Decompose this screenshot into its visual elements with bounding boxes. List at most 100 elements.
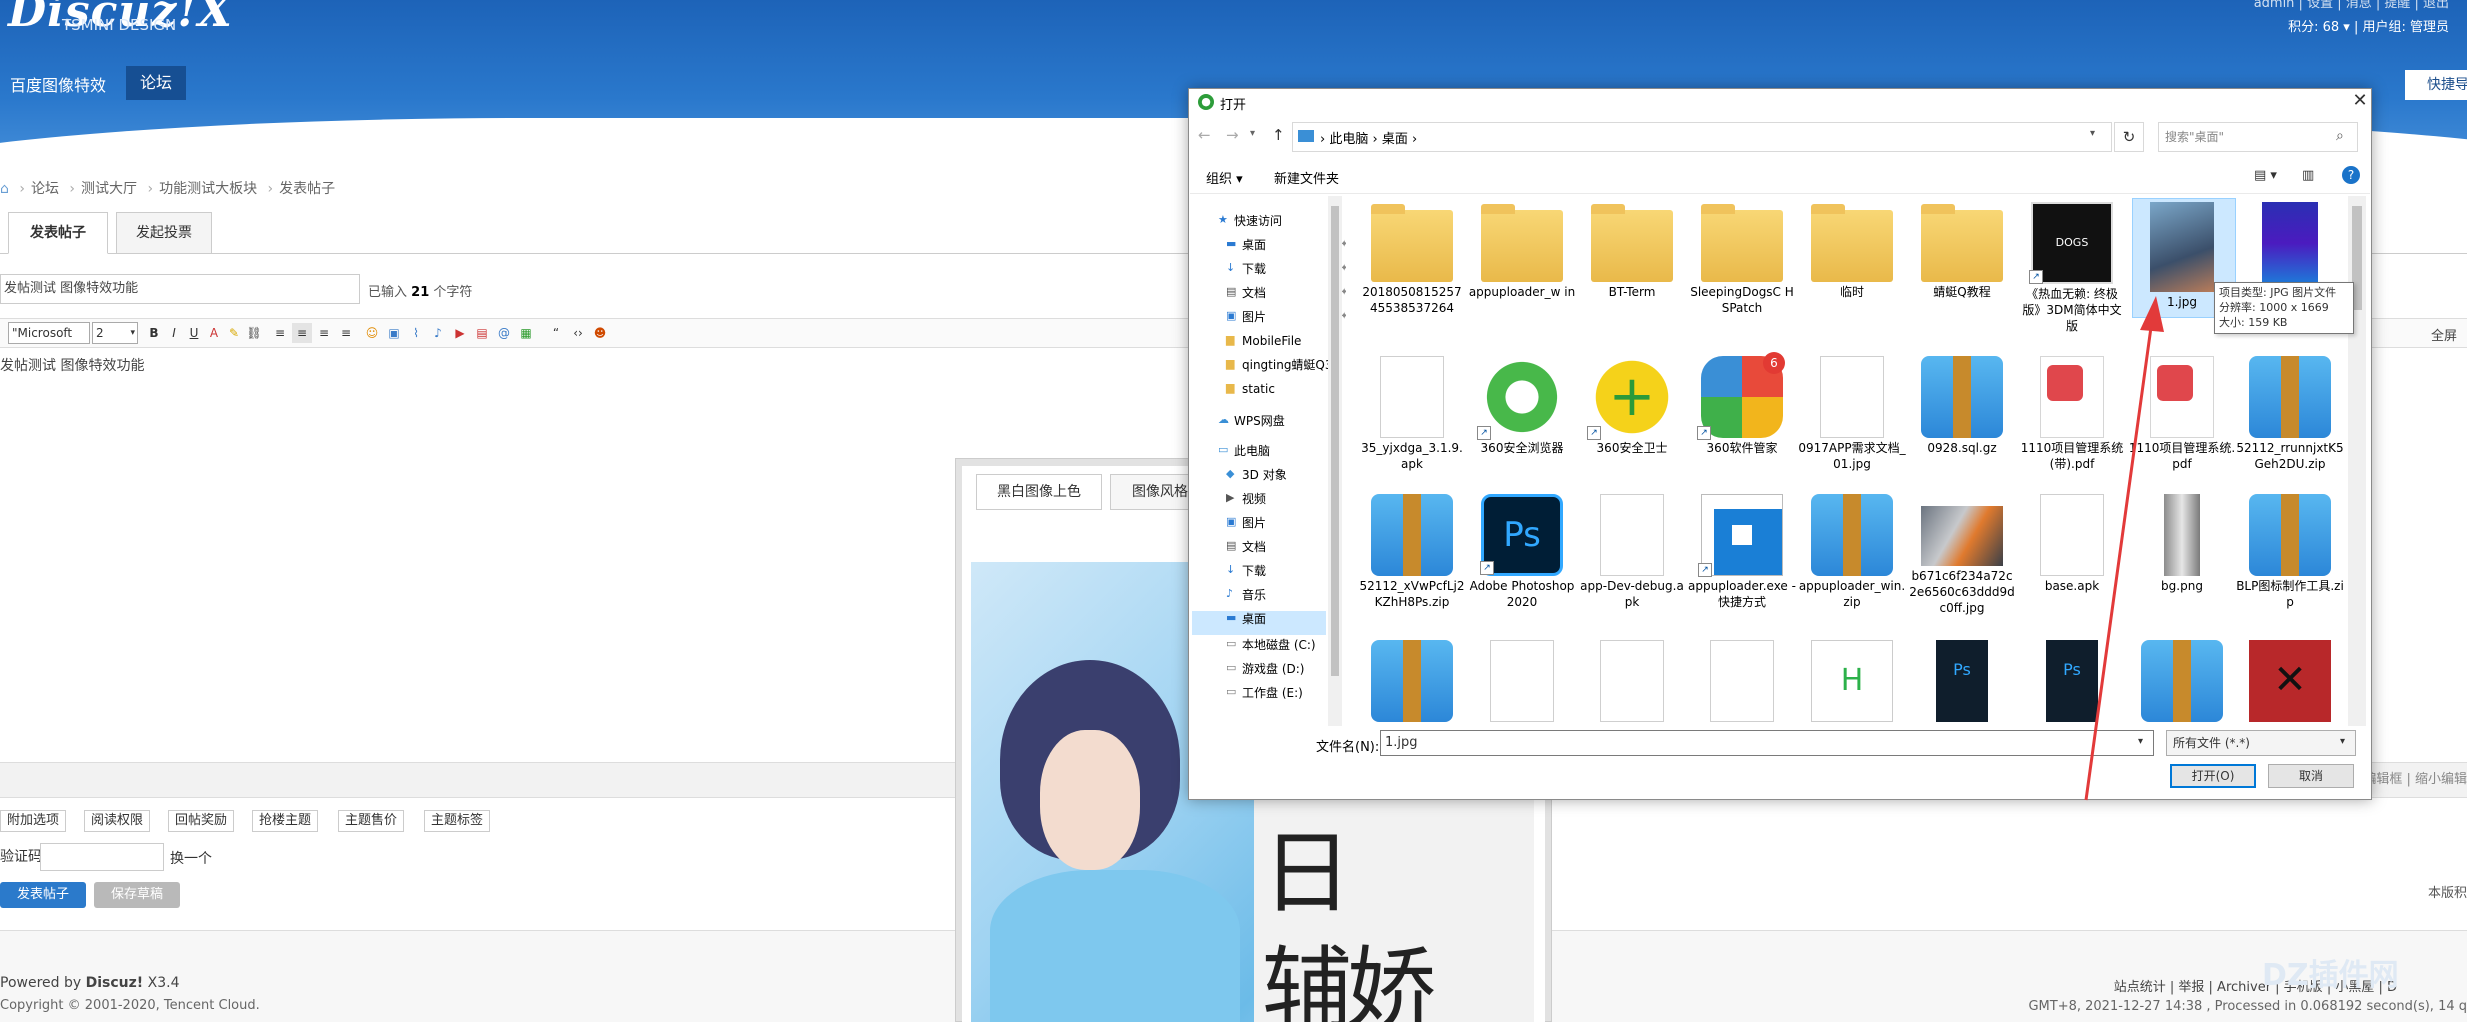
editor-resize-links[interactable]: 编辑框 | 缩小编辑 (2363, 768, 2467, 787)
view-options-icon[interactable]: ▤ ▾ (2254, 168, 2277, 183)
file-item[interactable] (1578, 636, 1686, 724)
file-item[interactable]: b671c6f234a72c2e6560c63ddd9dc0ff.jpg (1908, 490, 2016, 616)
captcha-change-link[interactable]: 换一个 (170, 848, 212, 868)
align-center-icon[interactable]: ≡ (292, 323, 312, 343)
file-item[interactable]: ✕ (2236, 636, 2344, 724)
file-item[interactable] (2236, 198, 2344, 286)
nav-item[interactable]: ▤ 文档 (1226, 536, 1266, 558)
help-icon[interactable]: ? (2342, 166, 2360, 184)
home-icon[interactable]: ⌂ (0, 181, 9, 197)
nav-item[interactable]: ↓ 下载 ✦ (1226, 258, 1348, 280)
nav-item[interactable]: ▆ MobileFile (1226, 330, 1301, 352)
open-button[interactable]: 打开(O) (2170, 764, 2256, 788)
file-item[interactable] (1688, 636, 1796, 724)
nav-item[interactable]: ♪ 音乐 (1226, 584, 1266, 606)
powered-brand[interactable]: Discuz! (86, 975, 144, 991)
nav-item[interactable]: ▶ 视频 (1226, 488, 1266, 510)
refresh-icon[interactable]: ↻ (2114, 122, 2144, 152)
smiley-icon[interactable]: ☺ (362, 323, 382, 343)
option-read-permission[interactable]: 阅读权限 (84, 810, 151, 832)
option-tags[interactable]: 主题标签 (424, 810, 491, 832)
chevron-down-icon[interactable]: ▾ (2138, 736, 2143, 747)
file-item[interactable]: appuploader_win.zip (1798, 490, 1906, 610)
file-item[interactable]: 1110项目管理系统.pdf (2128, 352, 2236, 472)
file-item[interactable]: bg.png (2128, 490, 2236, 594)
image-effect-icon[interactable]: ▦ (516, 323, 536, 343)
at-icon[interactable]: @ (494, 323, 514, 343)
quote-icon[interactable]: “ (546, 323, 566, 343)
subject-input[interactable]: 发帖测试 图像特效功能 (0, 274, 360, 304)
tab-post-thread[interactable]: 发表帖子 (8, 212, 108, 254)
file-item[interactable]: SleepingDogsC HSPatch (1688, 198, 1796, 316)
nav-item[interactable]: ▆ static (1226, 378, 1275, 400)
option-price[interactable]: 主题售价 (338, 810, 405, 832)
file-item[interactable]: 35_yjxdga_3.1.9.apk (1358, 352, 1466, 472)
nav-item[interactable]: ▬ 桌面 (1226, 608, 1266, 630)
file-item[interactable]: 蜻蜓Q教程 (1908, 198, 2016, 300)
file-item[interactable]: 2018050815257 45538537264 (1358, 198, 1466, 316)
font-size-select[interactable]: 2 ▾ (92, 322, 138, 344)
save-draft-button[interactable]: 保存草稿 (94, 882, 180, 908)
captcha-input[interactable] (40, 843, 164, 871)
file-item[interactable]: ↗ appuploader.exe - 快捷方式 (1688, 490, 1796, 610)
back-arrow-icon[interactable]: ← (1198, 126, 1211, 144)
music-icon[interactable]: ♪ (428, 323, 448, 343)
image-icon[interactable]: ▣ (384, 323, 404, 343)
nav-item-forum[interactable]: 论坛 (126, 66, 186, 100)
quick-nav-button[interactable]: 快捷导 (2405, 70, 2467, 100)
file-item[interactable]: 0917APP需求文档_01.jpg (1798, 352, 1906, 472)
file-type-select[interactable]: 所有文件 (*.*) (2166, 730, 2356, 756)
nav-item[interactable]: ▭ 游戏盘 (D:) (1226, 658, 1304, 680)
nav-item[interactable]: ▭ 此电脑 (1218, 440, 1270, 462)
nav-item[interactable]: ◆ 3D 对象 (1226, 464, 1287, 486)
file-item[interactable]: 临时 (1798, 198, 1906, 300)
new-folder-button[interactable]: 新建文件夹 (1274, 168, 1339, 187)
nav-item-baidu-effects[interactable]: 百度图像特效 (10, 72, 106, 96)
close-icon[interactable]: ✕ (2350, 90, 2370, 112)
option-extra[interactable]: 附加选项 (0, 810, 67, 832)
file-item[interactable]: 1110项目管理系统(带).pdf (2018, 352, 2126, 472)
file-item[interactable]: 52112_rrunnjxtK5Geh2DU.zip (2236, 352, 2344, 472)
attachment-icon[interactable]: ⌇ (406, 323, 426, 343)
code-icon[interactable]: ‹› (568, 323, 588, 343)
nav-item[interactable]: ▣ 图片 (1226, 512, 1266, 534)
file-item[interactable] (1468, 636, 1576, 724)
nav-item[interactable]: ▬ 桌面 ✦ (1226, 234, 1348, 256)
avatar-icon[interactable]: ☻ (590, 323, 610, 343)
breadcrumb-item[interactable]: 功能测试大板块 (159, 181, 257, 197)
bold-icon[interactable]: B (144, 323, 164, 343)
link-icon[interactable]: ⛓ (244, 323, 264, 343)
forward-arrow-icon[interactable]: → (1226, 126, 1239, 144)
align-right-icon[interactable]: ≡ (314, 323, 334, 343)
file-item[interactable]: base.apk (2018, 490, 2126, 594)
editor-content[interactable]: 发帖测试 图像特效功能 (0, 355, 144, 375)
file-item[interactable]: DOGS ↗ 《热血无赖: 终极版》3DM简体中文版 (2018, 198, 2126, 334)
preview-pane-icon[interactable]: ▥ (2302, 168, 2314, 183)
user-credits[interactable]: 积分: 68 ▾ | 用户组: 管理员 (2288, 16, 2449, 35)
breadcrumb-item[interactable]: 论坛 (31, 181, 59, 197)
highlight-icon[interactable]: ✎ (224, 323, 244, 343)
chevron-down-icon[interactable]: ▾ (2090, 128, 2095, 139)
file-item[interactable]: + ↗ 360安全卫士 (1578, 352, 1686, 456)
address-segment[interactable]: 此电脑 (1329, 132, 1368, 147)
nav-item[interactable]: ▭ 本地磁盘 (C:) (1226, 634, 1316, 656)
file-item[interactable]: 6 ↗ 360软件管家 (1688, 352, 1796, 456)
nav-item[interactable]: ☁ WPS网盘 (1218, 410, 1285, 432)
up-arrow-icon[interactable]: ↑ (1272, 126, 1285, 144)
file-item[interactable]: 52112_xVwPcfLj2KZhH8Ps.zip (1358, 490, 1466, 610)
nav-item[interactable]: ▣ 图片 ✦ (1226, 306, 1348, 328)
organize-menu[interactable]: 组织 ▾ (1206, 168, 1243, 187)
search-input[interactable]: 搜索"桌面" (2158, 122, 2358, 152)
nav-scrollbar-thumb[interactable] (1331, 206, 1339, 676)
tab-start-poll[interactable]: 发起投票 (116, 212, 212, 254)
fullscreen-button[interactable]: 全屏 (2431, 325, 2457, 344)
cancel-button[interactable]: 取消 (2268, 764, 2354, 788)
file-item[interactable]: H (1798, 636, 1906, 724)
file-item[interactable]: Ps (1908, 636, 2016, 724)
breadcrumb-item[interactable]: 测试大厅 (81, 181, 137, 197)
flash-icon[interactable]: ▤ (472, 323, 492, 343)
nav-item[interactable]: ▤ 文档 ✦ (1226, 282, 1348, 304)
filename-input[interactable]: 1.jpg (1380, 730, 2154, 756)
user-top-links[interactable]: admin | 设置 | 消息 | 提醒 | 退出 (2254, 0, 2449, 11)
file-item[interactable] (1358, 636, 1466, 724)
